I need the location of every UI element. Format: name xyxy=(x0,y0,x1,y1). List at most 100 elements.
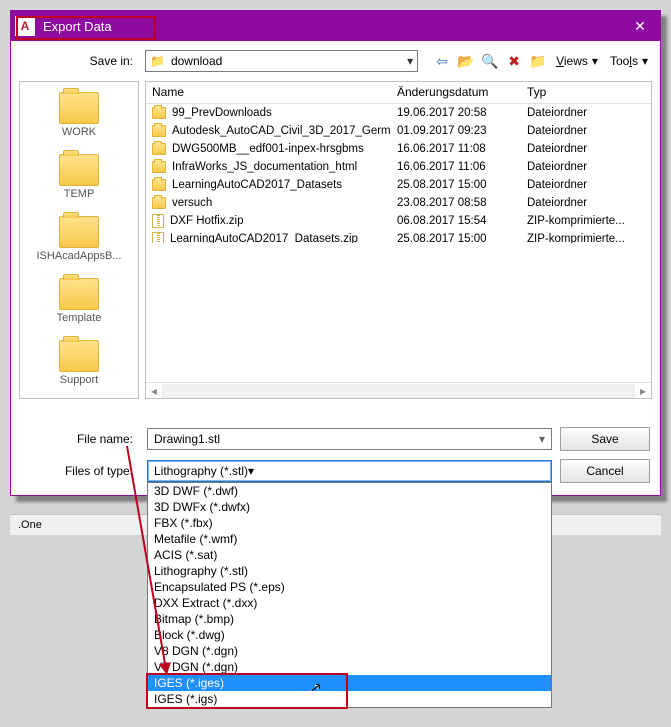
file-name: DXF Hotfix.zip xyxy=(170,215,244,227)
files-of-type-dropdown-list[interactable]: 3D DWF (*.dwf)3D DWFx (*.dwfx)FBX (*.fbx… xyxy=(147,482,552,708)
dropdown-option[interactable]: V8 DGN (*.dgn) xyxy=(148,643,551,659)
chevron-down-icon[interactable]: ▾ xyxy=(539,432,545,446)
new-folder-button[interactable]: 📁 xyxy=(528,51,548,71)
titlebar[interactable]: A Export Data ✕ xyxy=(11,11,660,41)
dropdown-option[interactable]: DXX Extract (*.dxx) xyxy=(148,595,551,611)
files-of-type-label: Files of type: xyxy=(19,464,139,478)
file-row[interactable]: Autodesk_AutoCAD_Civil_3D_2017_Germany01… xyxy=(146,122,651,140)
search-web-button[interactable]: 🔍 xyxy=(480,51,500,71)
export-data-dialog: A Export Data ✕ Save in: 📁 download ▾ ⇦ … xyxy=(10,10,661,496)
folder-icon xyxy=(59,340,99,372)
chevron-down-icon[interactable]: ▾ xyxy=(248,464,254,478)
file-name-input[interactable]: Drawing1.stl ▾ xyxy=(147,428,552,450)
file-date: 16.06.2017 11:06 xyxy=(391,158,521,176)
zip-icon xyxy=(152,214,164,228)
window-title: Export Data xyxy=(43,19,624,34)
column-name[interactable]: Name xyxy=(146,82,391,103)
horizontal-scrollbar[interactable]: ◂ ▸ xyxy=(146,382,651,398)
folder-icon xyxy=(152,161,166,173)
sidebar-item-0[interactable]: WORK xyxy=(20,86,138,146)
folder-icon xyxy=(59,216,99,248)
back-button[interactable]: ⇦ xyxy=(432,51,452,71)
scroll-right-icon[interactable]: ▸ xyxy=(635,384,651,398)
views-menu[interactable]: Views ▾ xyxy=(552,54,602,68)
zip-icon xyxy=(152,232,164,243)
dropdown-option[interactable]: V7 DGN (*.dgn) xyxy=(148,659,551,675)
chevron-down-icon: ▾ xyxy=(407,54,413,68)
file-row[interactable]: LearningAutoCAD2017_Datasets 25.08.2017 1… xyxy=(146,176,651,194)
column-modified[interactable]: Änderungsdatum xyxy=(391,82,521,103)
file-list-view[interactable]: Name Änderungsdatum Typ 99_PrevDownloads… xyxy=(145,81,652,399)
cancel-button[interactable]: Cancel xyxy=(560,459,650,483)
dropdown-option[interactable]: Encapsulated PS (*.eps) xyxy=(148,579,551,595)
save-button[interactable]: Save xyxy=(560,427,650,451)
file-type: Dateiordner xyxy=(521,194,651,212)
sidebar-item-label: TEMP xyxy=(64,188,95,200)
file-date: 25.08.2017 15:00 xyxy=(391,230,521,243)
folder-icon xyxy=(152,107,166,119)
dropdown-option[interactable]: Bitmap (*.bmp) xyxy=(148,611,551,627)
folder-icon xyxy=(152,197,166,209)
file-row[interactable]: versuch23.08.2017 08:58Dateiordner xyxy=(146,194,651,212)
close-button[interactable]: ✕ xyxy=(624,18,656,35)
file-list-header[interactable]: Name Änderungsdatum Typ xyxy=(146,82,651,104)
dropdown-option[interactable]: Metafile (*.wmf) xyxy=(148,531,551,547)
dropdown-option[interactable]: 3D DWFx (*.dwfx) xyxy=(148,499,551,515)
dropdown-option[interactable]: Lithography (*.stl) xyxy=(148,563,551,579)
file-date: 06.08.2017 15:54 xyxy=(391,212,521,230)
file-name-label: File name: xyxy=(19,432,139,446)
dropdown-option[interactable]: IGES (*.iges) xyxy=(148,675,551,691)
delete-button[interactable]: ✖ xyxy=(504,51,524,71)
save-in-value: download xyxy=(171,54,222,68)
file-row[interactable]: DWG500MB__edf001-inpex-hrsgbms 16.06.2017… xyxy=(146,140,651,158)
tools-menu[interactable]: Tools ▾ xyxy=(606,54,652,68)
file-name: InfraWorks_JS_documentation_html xyxy=(172,161,357,173)
file-date: 23.08.2017 08:58 xyxy=(391,194,521,212)
files-of-type-dropdown[interactable]: Lithography (*.stl) ▾ xyxy=(147,460,552,482)
save-in-dropdown[interactable]: 📁 download ▾ xyxy=(145,50,418,72)
folder-icon xyxy=(152,179,166,191)
scroll-track[interactable] xyxy=(162,384,635,398)
file-date: 19.06.2017 20:58 xyxy=(391,104,521,122)
file-type: Dateiordner xyxy=(521,176,651,194)
sidebar-item-3[interactable]: Template xyxy=(20,272,138,332)
folder-icon: 📁 xyxy=(150,54,165,68)
file-name-value: Drawing1.stl xyxy=(154,432,220,446)
sidebar-item-4[interactable]: Support xyxy=(20,334,138,394)
file-date: 01.09.2017 09:23 xyxy=(391,122,521,140)
scroll-left-icon[interactable]: ◂ xyxy=(146,384,162,398)
dropdown-option[interactable]: IGES (*.igs) xyxy=(148,691,551,707)
places-sidebar: WORK TEMP ISHAcadAppsB...Template Support xyxy=(19,81,139,399)
file-row[interactable]: 99_PrevDownloads 19.06.2017 20:58Dateiord… xyxy=(146,104,651,122)
app-icon: A xyxy=(15,16,35,36)
file-type: ZIP-komprimierte... xyxy=(521,230,651,243)
file-row[interactable]: DXF Hotfix.zip 06.08.2017 15:54ZIP-kompri… xyxy=(146,212,651,230)
file-name: 99_PrevDownloads xyxy=(172,107,272,119)
folder-icon xyxy=(59,154,99,186)
file-type: Dateiordner xyxy=(521,104,651,122)
sidebar-item-1[interactable]: TEMP xyxy=(20,148,138,208)
column-type[interactable]: Typ xyxy=(521,82,651,103)
file-name: DWG500MB__edf001-inpex-hrsgbms xyxy=(172,143,364,155)
file-row[interactable]: LearningAutoCAD2017_Datasets.zip 25.08.20… xyxy=(146,230,651,243)
file-type: Dateiordner xyxy=(521,122,651,140)
folder-icon xyxy=(59,278,99,310)
file-name: LearningAutoCAD2017_Datasets.zip xyxy=(170,233,358,243)
dropdown-option[interactable]: FBX (*.fbx) xyxy=(148,515,551,531)
toolbar: ⇦ 📂 🔍 ✖ 📁 Views ▾ Tools ▾ xyxy=(432,51,652,71)
file-type: Dateiordner xyxy=(521,140,651,158)
folder-icon xyxy=(152,125,166,137)
file-date: 16.06.2017 11:08 xyxy=(391,140,521,158)
file-type: Dateiordner xyxy=(521,158,651,176)
up-level-button[interactable]: 📂 xyxy=(456,51,476,71)
sidebar-item-label: Support xyxy=(60,374,99,386)
dropdown-option[interactable]: 3D DWF (*.dwf) xyxy=(148,483,551,499)
file-list-body[interactable]: 99_PrevDownloads19.06.2017 20:58Dateiord… xyxy=(146,104,651,243)
file-row[interactable]: InfraWorks_JS_documentation_html 16.06.20… xyxy=(146,158,651,176)
file-type: ZIP-komprimierte... xyxy=(521,212,651,230)
file-date: 25.08.2017 15:00 xyxy=(391,176,521,194)
dropdown-option[interactable]: Block (*.dwg) xyxy=(148,627,551,643)
sidebar-item-2[interactable]: ISHAcadAppsB... xyxy=(20,210,138,270)
file-name: LearningAutoCAD2017_Datasets xyxy=(172,179,342,191)
dropdown-option[interactable]: ACIS (*.sat) xyxy=(148,547,551,563)
